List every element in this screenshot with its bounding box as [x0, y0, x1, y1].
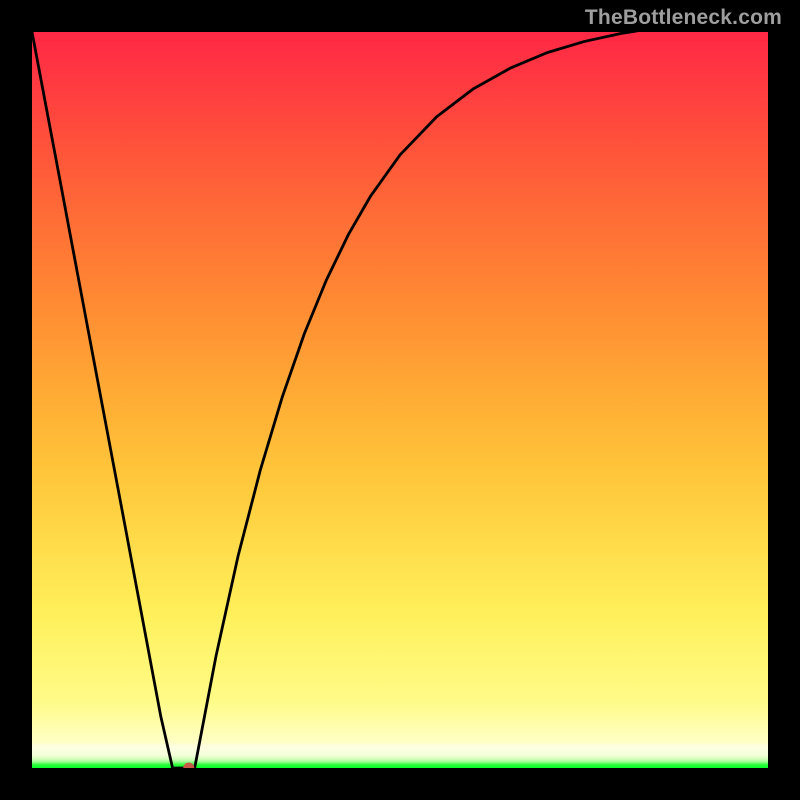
chart-frame: TheBottleneck.com [0, 0, 800, 800]
plot-area [32, 32, 768, 768]
curve-layer [32, 32, 768, 768]
optimal-point-marker [183, 763, 194, 769]
watermark-text: TheBottleneck.com [585, 6, 782, 30]
bottleneck-curve [32, 32, 768, 768]
